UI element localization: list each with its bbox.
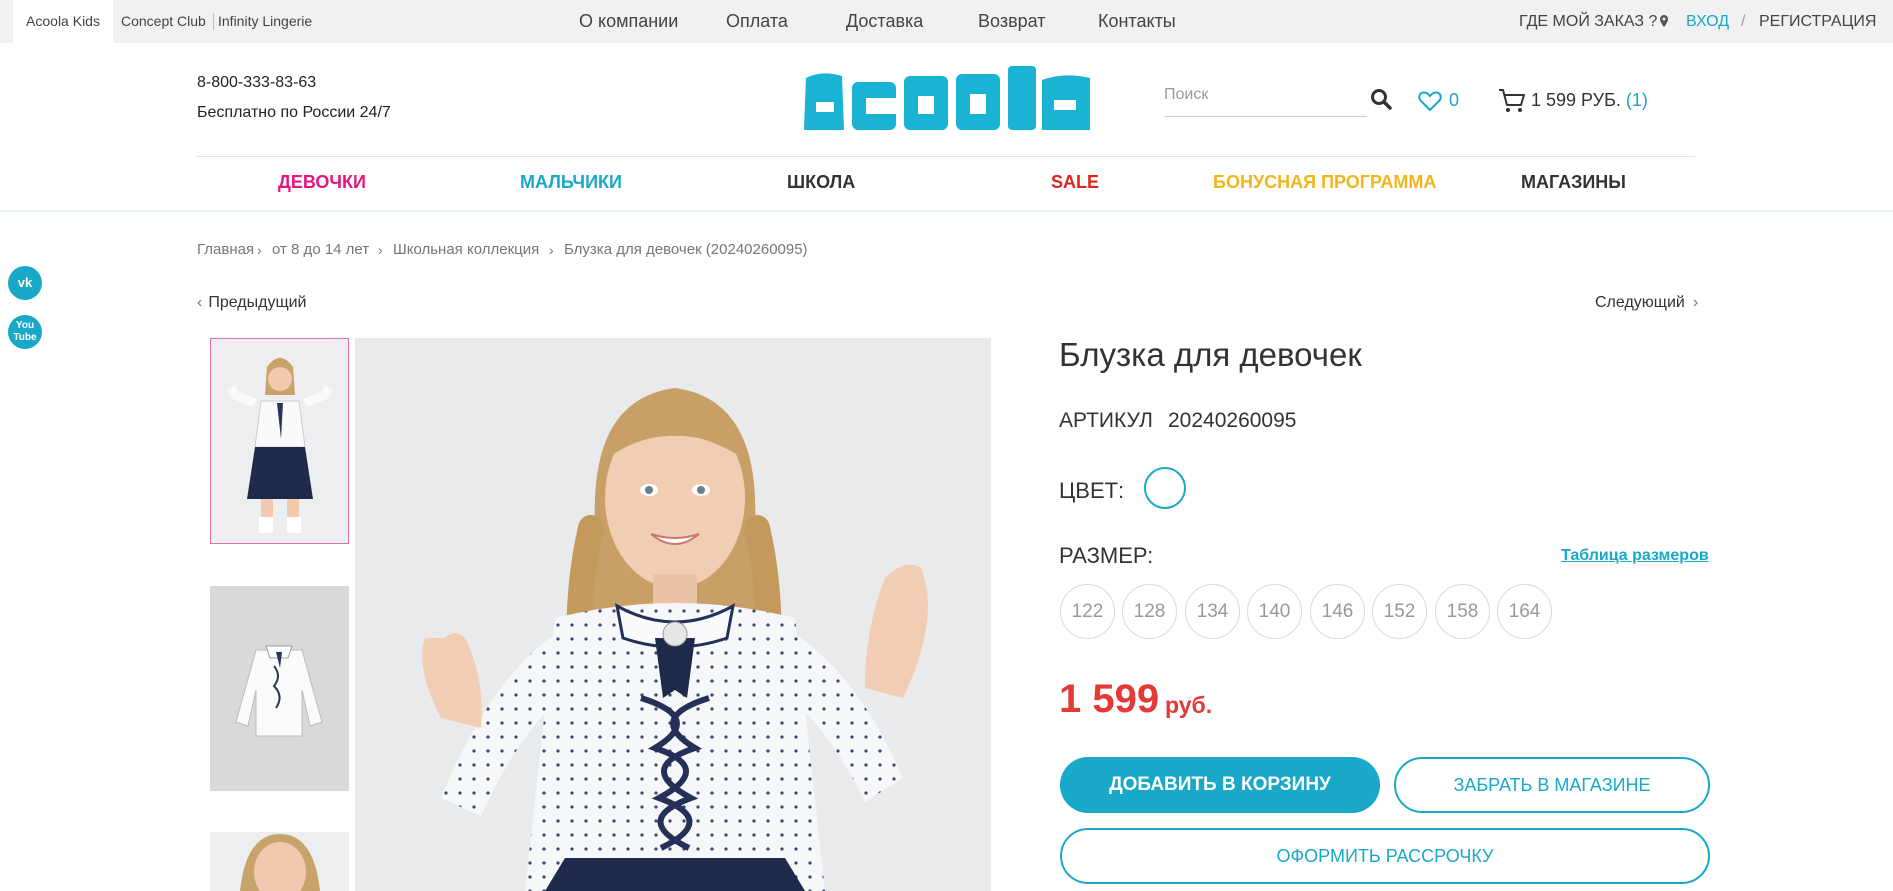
brand-tab-acoola-kids[interactable]: Acoola Kids	[13, 0, 113, 43]
chevron-right-icon: ›	[549, 242, 554, 258]
color-swatch-white[interactable]	[1144, 467, 1186, 509]
nav-girls[interactable]: ДЕВОЧКИ	[278, 172, 366, 193]
auth-separator: /	[1741, 13, 1746, 30]
top-menu-delivery[interactable]: Доставка	[846, 0, 923, 43]
color-label: ЦВЕТ:	[1059, 478, 1125, 503]
installment-button[interactable]: ОФОРМИТЬ РАССРОЧКУ	[1060, 828, 1710, 884]
breadcrumb-school-collection[interactable]: Школьная коллекция	[393, 241, 539, 258]
search-input[interactable]	[1164, 86, 1364, 104]
header-divider	[197, 156, 1695, 157]
breadcrumb-current: Блузка для девочек (20240260095)	[564, 241, 808, 258]
location-pin-icon	[1660, 15, 1668, 27]
cart-icon[interactable]	[1498, 88, 1526, 114]
thumbnail-1[interactable]	[210, 338, 349, 544]
breadcrumb-age[interactable]: от 8 до 14 лет	[272, 241, 369, 258]
next-label: Следующий	[1595, 294, 1685, 311]
nav-divider	[0, 210, 1893, 212]
prev-product-link[interactable]: ‹ Предыдущий	[197, 294, 306, 312]
size-label: РАЗМЕР:	[1059, 543, 1154, 568]
phone-note: Бесплатно по России 24/7	[197, 104, 391, 121]
nav-school[interactable]: ШКОЛА	[787, 172, 855, 193]
size-option-140[interactable]: 140	[1247, 584, 1302, 639]
breadcrumb-home[interactable]: Главная	[197, 241, 254, 258]
main-product-photo[interactable]	[355, 338, 991, 891]
thumbnail-2[interactable]	[210, 586, 349, 791]
top-bar: Acoola Kids Concept Club Infinity Linger…	[0, 0, 1893, 43]
chevron-left-icon: ‹	[197, 294, 203, 311]
size-option-128[interactable]: 128	[1122, 584, 1177, 639]
nav-stores[interactable]: МАГАЗИНЫ	[1521, 172, 1626, 193]
product-price: 1 599	[1059, 677, 1160, 721]
price-currency: руб.	[1165, 692, 1213, 718]
size-option-146[interactable]: 146	[1310, 584, 1365, 639]
phone-number[interactable]: 8-800-333-83-63	[197, 74, 316, 92]
next-product-link[interactable]: Следующий ›	[1595, 294, 1698, 312]
top-menu-contacts[interactable]: Контакты	[1098, 0, 1176, 43]
thumbnail-face-photo	[210, 832, 349, 891]
size-option-134[interactable]: 134	[1185, 584, 1240, 639]
thumbnail-girl-photo	[211, 339, 348, 543]
pickup-in-store-button[interactable]: ЗАБРАТЬ В МАГАЗИНЕ	[1394, 757, 1710, 813]
nav-sale[interactable]: SALE	[1051, 172, 1099, 193]
thumbnail-blouse-photo	[210, 586, 349, 791]
favorites-count[interactable]: 0	[1449, 90, 1459, 111]
vk-icon[interactable]: vk	[8, 266, 42, 300]
cart-count: (1)	[1625, 90, 1648, 110]
nav-boys[interactable]: МАЛЬЧИКИ	[520, 172, 622, 193]
top-menu-payment[interactable]: Оплата	[726, 0, 788, 43]
product-title: Блузка для девочек	[1059, 336, 1362, 373]
article-label: АРТИКУЛ	[1059, 409, 1153, 432]
girl-in-blouse-photo	[355, 338, 991, 891]
chevron-right-icon: ›	[378, 242, 383, 258]
size-option-152[interactable]: 152	[1372, 584, 1427, 639]
acoola-logo[interactable]: acoola	[802, 66, 1092, 130]
size-option-164[interactable]: 164	[1497, 584, 1552, 639]
size-table-link[interactable]: Таблица размеров	[1561, 547, 1709, 565]
chevron-right-icon: ›	[257, 242, 262, 258]
top-menu-about[interactable]: О компании	[579, 0, 678, 43]
search-icon[interactable]	[1370, 88, 1392, 110]
chevron-right-icon: ›	[1692, 294, 1699, 311]
size-option-158[interactable]: 158	[1435, 584, 1490, 639]
brand-tab-concept-club[interactable]: Concept Club	[121, 0, 206, 43]
order-status-link[interactable]: ГДЕ МОЙ ЗАКАЗ ?	[1519, 0, 1657, 43]
article-value: 20240260095	[1168, 409, 1297, 432]
thumbnail-3[interactable]	[210, 832, 349, 891]
search-box	[1164, 86, 1367, 117]
youtube-icon[interactable]: You Tube	[8, 315, 42, 349]
brand-tab-infinity-lingerie[interactable]: Infinity Lingerie	[213, 13, 312, 30]
prev-label: Предыдущий	[208, 294, 307, 311]
heart-icon[interactable]	[1418, 90, 1442, 112]
cart-total: 1 599 РУБ.	[1531, 90, 1621, 110]
top-menu-return[interactable]: Возврат	[978, 0, 1046, 43]
register-link[interactable]: РЕГИСТРАЦИЯ	[1759, 0, 1876, 43]
cart-summary[interactable]: 1 599 РУБ. (1)	[1531, 90, 1648, 111]
add-to-cart-button[interactable]: ДОБАВИТЬ В КОРЗИНУ	[1060, 757, 1380, 813]
login-link[interactable]: ВХОД	[1686, 0, 1729, 43]
nav-bonus-program[interactable]: БОНУСНАЯ ПРОГРАММА	[1213, 172, 1436, 193]
size-option-122[interactable]: 122	[1060, 584, 1115, 639]
